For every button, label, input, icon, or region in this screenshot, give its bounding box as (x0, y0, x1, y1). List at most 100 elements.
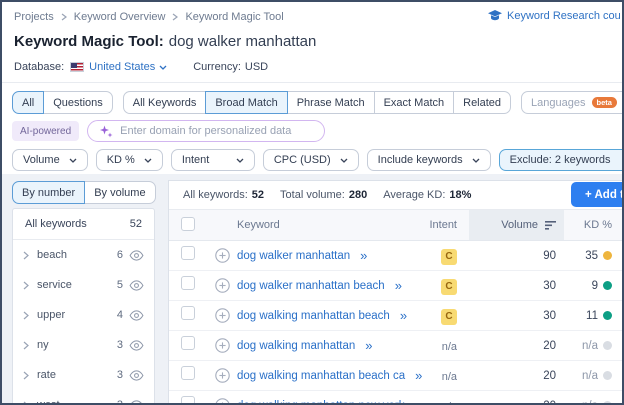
tab-all[interactable]: All (12, 91, 45, 114)
eye-icon[interactable] (129, 309, 144, 321)
double-arrow-icon[interactable]: » (360, 248, 367, 263)
keyword-link[interactable]: dog walking manhattan beach ca (237, 370, 405, 382)
volume-value: 30 (543, 279, 556, 292)
include-keywords-filter[interactable]: Include keywords (366, 149, 491, 171)
keyword-link[interactable]: dog walker manhattan (237, 250, 350, 262)
group-label: ny (37, 339, 49, 351)
kd-dot (603, 251, 612, 260)
us-flag-icon (70, 62, 85, 72)
tab-phrase-match[interactable]: Phrase Match (286, 91, 375, 114)
tool-name: Keyword Magic Tool: (14, 33, 164, 50)
include-keywords-label: Include keywords (377, 154, 463, 166)
volume-value: 20 (543, 369, 556, 382)
group-row-beach[interactable]: beach 6 (13, 240, 154, 270)
ai-row: AI-powered Enter domain for personalized… (12, 120, 326, 142)
tab-questions[interactable]: Questions (43, 91, 113, 114)
eye-icon[interactable] (129, 369, 144, 381)
chevron-right-icon (172, 13, 179, 21)
group-count: 4 (116, 309, 123, 321)
group-label: beach (37, 249, 67, 261)
row-checkbox[interactable] (181, 246, 195, 260)
group-row-rate[interactable]: rate 3 (13, 360, 154, 390)
row-checkbox[interactable] (181, 276, 195, 290)
kd-filter[interactable]: KD % (95, 149, 163, 171)
circle-plus-icon[interactable] (215, 308, 237, 323)
volume-filter[interactable]: Volume (12, 149, 88, 171)
tab-all-keywords[interactable]: All Keywords (122, 91, 207, 114)
tab-exact-match[interactable]: Exact Match (373, 91, 455, 114)
tab-broad-match[interactable]: Broad Match (205, 91, 288, 114)
domain-input[interactable]: Enter domain for personalized data (87, 120, 326, 142)
breadcrumb-keyword-overview[interactable]: Keyword Overview (74, 11, 166, 23)
eye-icon[interactable] (129, 279, 144, 291)
select-all-checkbox[interactable] (181, 216, 195, 231)
keyword-magic-tool-window: Projects Keyword Overview Keyword Magic … (0, 0, 624, 405)
sort-icon (545, 220, 556, 230)
breadcrumb-projects[interactable]: Projects (14, 11, 54, 23)
row-checkbox[interactable] (181, 336, 195, 350)
ai-powered-badge: AI-powered (12, 121, 80, 141)
keyword-link[interactable]: dog walking manhattan (237, 340, 355, 352)
group-row-ny[interactable]: ny 3 (13, 330, 154, 360)
kd-value: 35 (585, 249, 598, 262)
group-count: 3 (116, 339, 123, 351)
group-row-west[interactable]: west 3 (13, 390, 154, 405)
group-row-upper[interactable]: upper 4 (13, 300, 154, 330)
row-checkbox[interactable] (181, 396, 195, 403)
circle-plus-icon[interactable] (215, 338, 237, 353)
domain-input-placeholder: Enter domain for personalized data (120, 125, 292, 137)
row-checkbox[interactable] (181, 306, 195, 320)
add-to-list-button[interactable]: + Add to k (571, 182, 622, 207)
double-arrow-icon[interactable]: » (365, 338, 372, 353)
keyword-link[interactable]: dog walker manhattan beach (237, 280, 385, 292)
intent-na: n/a (442, 401, 457, 404)
eye-icon[interactable] (129, 339, 144, 351)
database-value: United States (89, 61, 156, 73)
kd-value: n/a (582, 400, 598, 404)
intent-na: n/a (441, 340, 457, 353)
column-volume[interactable]: Volume (469, 210, 564, 240)
cpc-filter[interactable]: CPC (USD) (262, 149, 359, 171)
circle-plus-icon[interactable] (215, 368, 237, 383)
column-keyword[interactable]: Keyword (237, 219, 393, 231)
intent-badge-commercial: C (441, 248, 457, 265)
table-row: dog walker manhattan beach» C 30 9 (169, 271, 622, 301)
table-row: dog walking manhattan » n/a 20 n/a (169, 331, 622, 361)
eye-icon[interactable] (129, 399, 144, 405)
table-row: dog walker manhattan » C 90 35 (169, 241, 622, 271)
database-selector[interactable]: United States (89, 61, 167, 73)
intent-badge-commercial: C (441, 278, 457, 295)
stat-total-volume: Total volume: 280 (280, 189, 368, 201)
exclude-keywords-filter[interactable]: Exclude: 2 keywords ✕ (498, 149, 622, 171)
groups-header[interactable]: All keywords 52 (13, 209, 154, 240)
column-kd[interactable]: KD % (564, 219, 622, 231)
intent-filter[interactable]: Intent (170, 149, 255, 171)
languages-dropdown[interactable]: Languages beta (521, 91, 622, 114)
by-number-button[interactable]: By number (12, 181, 86, 204)
eye-icon[interactable] (129, 249, 144, 261)
group-label: west (37, 399, 60, 405)
circle-plus-icon[interactable] (215, 248, 237, 263)
page-title: Keyword Magic Tool: dog walker manhattan (14, 33, 316, 50)
circle-plus-icon[interactable] (215, 398, 237, 403)
group-label: rate (37, 369, 56, 381)
keyword-research-course-link[interactable]: Keyword Research cou (488, 10, 621, 22)
keywords-table-card: All keywords: 52 Total volume: 280 Average… (168, 180, 622, 404)
group-count: 3 (116, 369, 123, 381)
stat-average-kd: Average KD: 18% (383, 189, 472, 201)
column-intent[interactable]: Intent (393, 219, 469, 231)
group-label: upper (37, 309, 66, 321)
meta-row: Database: United States Currency: USD (14, 61, 268, 73)
row-checkbox[interactable] (181, 366, 195, 380)
group-row-service[interactable]: service 5 (13, 270, 154, 300)
by-volume-button[interactable]: By volume (84, 181, 156, 204)
keyword-link[interactable]: dog walking manhattan beach (237, 310, 390, 322)
kd-filter-label: KD % (106, 154, 135, 166)
kd-dot (603, 281, 612, 290)
sidebar-sort-toggle: By number By volume (12, 181, 156, 204)
tab-related[interactable]: Related (453, 91, 512, 114)
intent-na: n/a (441, 370, 457, 383)
keyword-link[interactable]: dog walking manhattan new york (237, 400, 405, 404)
chevron-right-icon (23, 281, 29, 289)
circle-plus-icon[interactable] (215, 278, 237, 293)
